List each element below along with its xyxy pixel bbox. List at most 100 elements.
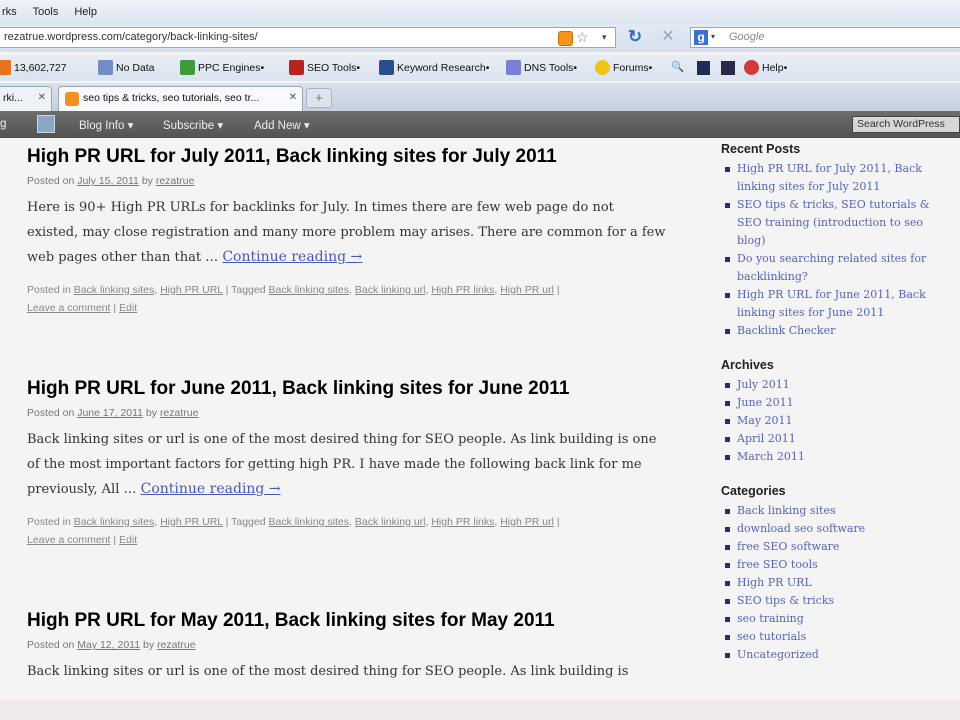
- category-link[interactable]: Uncategorized: [737, 648, 819, 661]
- continue-reading-link[interactable]: Continue reading →: [222, 249, 362, 265]
- list-item[interactable]: June 2011: [721, 394, 951, 412]
- category-link[interactable]: seo tutorials: [737, 630, 806, 643]
- tag-link[interactable]: High PR links: [431, 516, 494, 528]
- search-input[interactable]: g ▾ Google: [690, 27, 960, 48]
- recent-post-link[interactable]: High PR URL for July 2011, Back linking …: [737, 162, 922, 193]
- edit-link[interactable]: Edit: [119, 302, 137, 314]
- list-item[interactable]: High PR URL for June 2011, Back linking …: [721, 286, 951, 322]
- admin-search-input[interactable]: Search WordPress: [852, 116, 960, 133]
- bookmark-ppc-engines[interactable]: PPC Engines•: [180, 60, 264, 75]
- new-tab-button[interactable]: +: [306, 88, 332, 108]
- address-url[interactable]: rezatrue.wordpress.com/category/back-lin…: [4, 31, 258, 43]
- admin-subscribe[interactable]: Subscribe ▾: [163, 118, 223, 132]
- chevron-down-icon[interactable]: ▾: [602, 32, 607, 43]
- bookmark-seo-tools[interactable]: SEO Tools•: [289, 60, 360, 75]
- category-link[interactable]: free SEO tools: [737, 558, 818, 571]
- menu-tools[interactable]: Tools: [33, 6, 59, 18]
- address-bar[interactable]: rezatrue.wordpress.com/category/back-lin…: [0, 27, 616, 48]
- list-item[interactable]: March 2011: [721, 448, 951, 466]
- bookmark-icon[interactable]: [721, 61, 735, 75]
- post-date-link[interactable]: July 15, 2011: [77, 175, 139, 187]
- leave-comment-link[interactable]: Leave a comment: [27, 534, 110, 546]
- list-item[interactable]: July 2011: [721, 376, 951, 394]
- archive-link[interactable]: July 2011: [737, 378, 790, 391]
- post-author-link[interactable]: rezatrue: [157, 639, 196, 651]
- tab-active[interactable]: seo tips & tricks, seo tutorials, seo tr…: [58, 86, 303, 111]
- post-author-link[interactable]: rezatrue: [156, 175, 195, 187]
- tag-link[interactable]: High PR url: [500, 284, 554, 296]
- menu-help[interactable]: Help: [74, 6, 97, 18]
- archive-link[interactable]: March 2011: [737, 450, 805, 463]
- wordpress-logo-icon[interactable]: [37, 115, 55, 133]
- bookmark-forums[interactable]: Forums•: [595, 60, 652, 75]
- bookmark-icon[interactable]: [697, 61, 710, 75]
- list-item[interactable]: seo tutorials: [721, 628, 951, 646]
- recent-post-link[interactable]: High PR URL for June 2011, Back linking …: [737, 288, 926, 319]
- category-link[interactable]: download seo software: [737, 522, 865, 535]
- tag-link[interactable]: Back linking sites: [268, 516, 349, 528]
- list-item[interactable]: SEO tips & tricks, SEO tutorials & SEO t…: [721, 196, 951, 250]
- archive-link[interactable]: April 2011: [737, 432, 796, 445]
- recent-post-link[interactable]: Backlink Checker: [737, 324, 835, 337]
- admin-add-new[interactable]: Add New ▾: [254, 118, 310, 132]
- rss-icon[interactable]: [558, 31, 573, 46]
- post-title[interactable]: High PR URL for June 2011, Back linking …: [27, 378, 667, 400]
- bookmark-alexa[interactable]: 13,602,727: [0, 60, 67, 75]
- list-item[interactable]: free SEO software: [721, 538, 951, 556]
- category-link[interactable]: Back linking sites: [74, 516, 155, 528]
- post-title[interactable]: High PR URL for May 2011, Back linking s…: [27, 610, 667, 632]
- post-date-link[interactable]: June 17, 2011: [77, 407, 143, 419]
- chevron-down-icon[interactable]: ▾: [711, 32, 715, 41]
- continue-reading-link[interactable]: Continue reading →: [141, 481, 281, 497]
- close-icon[interactable]: ✕: [38, 92, 46, 103]
- bookmark-star-icon[interactable]: ☆: [576, 29, 589, 46]
- edit-link[interactable]: Edit: [119, 534, 137, 546]
- bookmark-no-data[interactable]: No Data: [98, 60, 155, 75]
- bookmark-help[interactable]: Help•: [744, 60, 787, 75]
- list-item[interactable]: Uncategorized: [721, 646, 951, 664]
- post-author-link[interactable]: rezatrue: [160, 407, 199, 419]
- archive-link[interactable]: May 2011: [737, 414, 793, 427]
- list-item[interactable]: Backlink Checker: [721, 322, 951, 340]
- list-item[interactable]: download seo software: [721, 520, 951, 538]
- leave-comment-link[interactable]: Leave a comment: [27, 302, 110, 314]
- admin-menu-left[interactable]: g: [0, 118, 6, 130]
- category-link[interactable]: SEO tips & tricks: [737, 594, 834, 607]
- stop-icon[interactable]: ✕: [658, 27, 678, 47]
- close-icon[interactable]: ✕: [289, 92, 297, 103]
- tag-link[interactable]: High PR links: [431, 284, 494, 296]
- menu-bookmarks[interactable]: rks: [2, 6, 17, 18]
- bookmark-dns-tools[interactable]: DNS Tools•: [506, 60, 577, 75]
- magnifier-icon[interactable]: 🔍: [671, 60, 684, 73]
- tag-link[interactable]: High PR url: [500, 516, 554, 528]
- google-icon[interactable]: g: [694, 30, 708, 45]
- category-link[interactable]: free SEO software: [737, 540, 839, 553]
- list-item[interactable]: May 2011: [721, 412, 951, 430]
- recent-post-link[interactable]: SEO tips & tricks, SEO tutorials & SEO t…: [737, 198, 930, 247]
- list-item[interactable]: seo training: [721, 610, 951, 628]
- admin-blog-info[interactable]: Blog Info ▾: [79, 118, 133, 132]
- reload-icon[interactable]: ↻: [625, 27, 645, 47]
- tag-link[interactable]: Back linking sites: [268, 284, 349, 296]
- category-link[interactable]: High PR URL: [160, 516, 223, 528]
- tag-link[interactable]: Back linking url: [355, 284, 426, 296]
- tab-first[interactable]: rki... ✕: [0, 86, 52, 111]
- archive-link[interactable]: June 2011: [737, 396, 794, 409]
- category-link[interactable]: High PR URL: [737, 576, 812, 589]
- post-title[interactable]: High PR URL for July 2011, Back linking …: [27, 146, 667, 168]
- bookmark-keyword-research[interactable]: Keyword Research•: [379, 60, 489, 75]
- list-item[interactable]: SEO tips & tricks: [721, 592, 951, 610]
- post-date-link[interactable]: May 12, 2011: [77, 639, 140, 651]
- list-item[interactable]: free SEO tools: [721, 556, 951, 574]
- list-item[interactable]: Do you searching related sites for backl…: [721, 250, 951, 286]
- list-item[interactable]: High PR URL: [721, 574, 951, 592]
- list-item[interactable]: April 2011: [721, 430, 951, 448]
- tag-link[interactable]: Back linking url: [355, 516, 426, 528]
- list-item[interactable]: High PR URL for July 2011, Back linking …: [721, 160, 951, 196]
- category-link[interactable]: Back linking sites: [74, 284, 155, 296]
- category-link[interactable]: Back linking sites: [737, 504, 836, 517]
- category-link[interactable]: High PR URL: [160, 284, 223, 296]
- category-link[interactable]: seo training: [737, 612, 804, 625]
- list-item[interactable]: Back linking sites: [721, 502, 951, 520]
- recent-post-link[interactable]: Do you searching related sites for backl…: [737, 252, 926, 283]
